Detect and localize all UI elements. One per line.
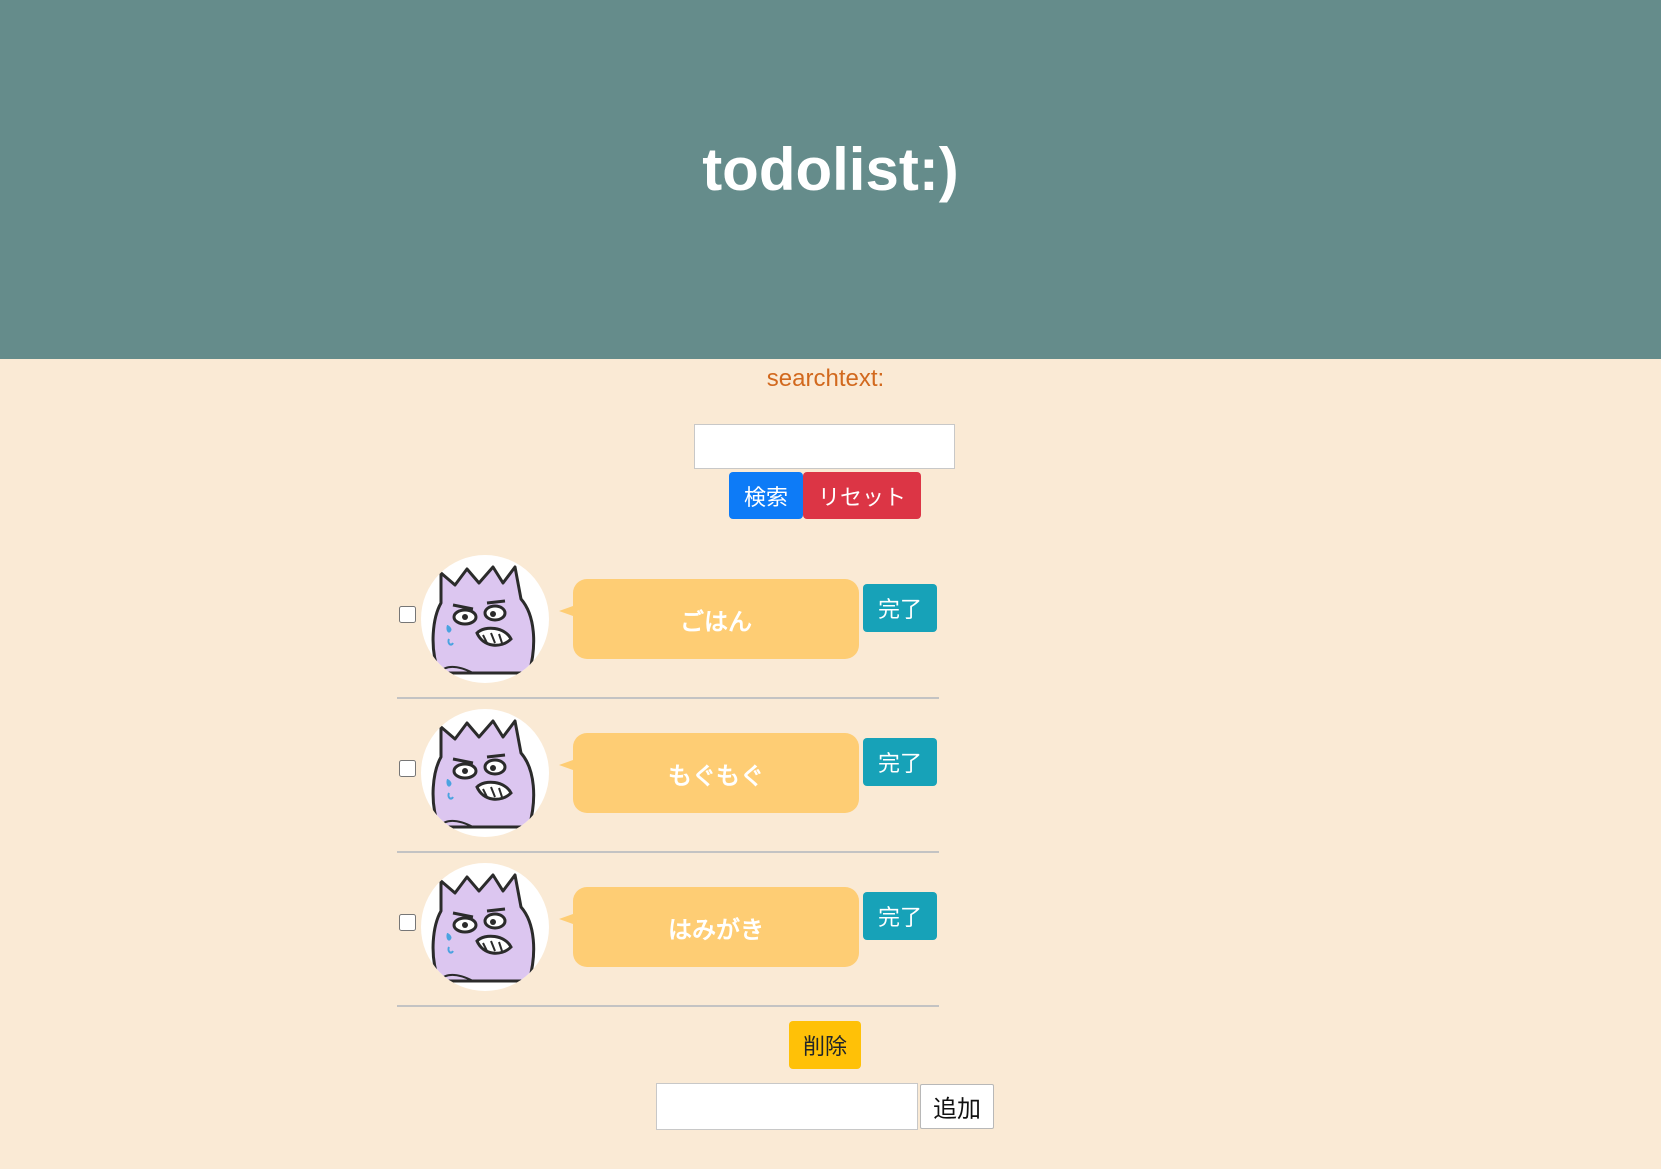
todo-item: ごはん 完了 [397, 543, 939, 699]
cat-avatar-icon [421, 555, 549, 683]
cat-avatar-icon [421, 709, 549, 837]
todo-text-bubble: ごはん [559, 579, 859, 659]
page-header: todolist:) [0, 0, 1661, 359]
search-button[interactable]: 検索 [729, 472, 803, 519]
todo-item: もぐもぐ 完了 [397, 697, 939, 853]
todo-checkbox[interactable] [399, 760, 416, 777]
todo-checkbox[interactable] [399, 606, 416, 623]
todo-text-bubble: もぐもぐ [559, 733, 859, 813]
cat-avatar-icon [421, 863, 549, 991]
reset-button[interactable]: リセット [803, 472, 921, 519]
todo-text-bubble: はみがき [559, 887, 859, 967]
search-input[interactable] [694, 424, 955, 469]
todo-item: はみがき 完了 [397, 851, 939, 1007]
page-title: todolist:) [702, 136, 959, 203]
todo-checkbox[interactable] [399, 914, 416, 931]
complete-button[interactable]: 完了 [863, 892, 937, 940]
complete-button[interactable]: 完了 [863, 738, 937, 786]
delete-button[interactable]: 削除 [789, 1021, 861, 1069]
search-label: searchtext: [766, 365, 885, 392]
add-todo-input[interactable] [656, 1083, 918, 1130]
complete-button[interactable]: 完了 [863, 584, 937, 632]
add-button[interactable]: 追加 [920, 1084, 994, 1129]
